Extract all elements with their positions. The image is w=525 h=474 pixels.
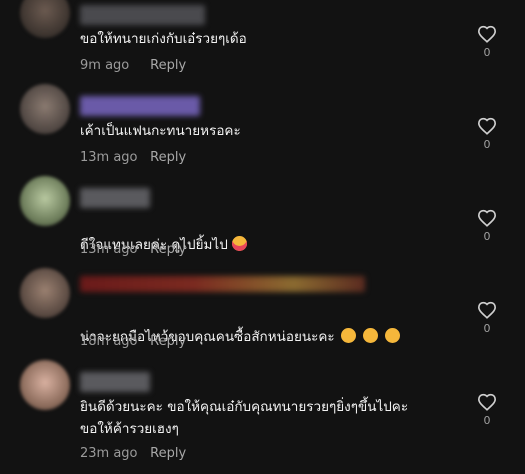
like-button[interactable]: 0 <box>476 393 498 427</box>
comment-meta: 13m ago Reply <box>80 150 186 165</box>
avatar[interactable] <box>20 84 70 134</box>
username-blurred[interactable] <box>80 96 200 116</box>
like-count: 0 <box>483 322 491 335</box>
reply-button[interactable]: Reply <box>150 446 186 461</box>
reply-button[interactable]: Reply <box>150 58 186 73</box>
comment-time: 13m ago <box>80 150 138 165</box>
username-blurred[interactable] <box>80 5 205 25</box>
heart-icon <box>477 209 497 227</box>
reply-button[interactable]: Reply <box>150 334 186 349</box>
avatar[interactable] <box>20 176 70 226</box>
username-blurred[interactable] <box>80 372 150 392</box>
like-count: 0 <box>483 414 491 427</box>
like-button[interactable]: 0 <box>476 25 498 59</box>
heart-icon <box>477 301 497 319</box>
comment-meta: 23m ago Reply <box>80 446 186 461</box>
username-blurred[interactable] <box>80 276 365 292</box>
like-button[interactable]: 0 <box>476 209 498 243</box>
comment-time: 23m ago <box>80 446 138 461</box>
comment-text: ยินดีด้วยนะคะ ขอให้คุณเอ๋กับคุณทนายรวยๆย… <box>80 399 409 437</box>
smile-emoji <box>362 328 378 343</box>
like-count: 0 <box>483 230 491 243</box>
comment-meta: 13m ago Reply <box>80 242 186 257</box>
comment-text: ขอให้ทนายเก่งกับเอ๋รวยๆเด้อ <box>80 31 247 47</box>
heart-eyes-emoji <box>231 236 247 251</box>
reply-button[interactable]: Reply <box>150 150 186 165</box>
heart-icon <box>477 393 497 411</box>
like-count: 0 <box>483 138 491 151</box>
comment-meta: 18m ago Reply <box>80 334 186 349</box>
heart-icon <box>477 25 497 43</box>
avatar[interactable] <box>20 0 70 38</box>
smile-emoji <box>340 328 356 343</box>
like-count: 0 <box>483 46 491 59</box>
avatar[interactable] <box>20 360 70 410</box>
reply-button[interactable]: Reply <box>150 242 186 257</box>
comment-meta: 9m ago Reply <box>80 58 186 73</box>
comment-time: 13m ago <box>80 242 138 257</box>
heart-icon <box>477 117 497 135</box>
smile-emoji <box>384 328 400 343</box>
comment-time: 18m ago <box>80 334 138 349</box>
avatar[interactable] <box>20 268 70 318</box>
comment-text: เค้าเป็นแฟนกะทนายหรอคะ <box>80 123 241 139</box>
like-button[interactable]: 0 <box>476 301 498 335</box>
username-blurred[interactable] <box>80 188 150 208</box>
comment-time: 9m ago <box>80 58 130 73</box>
like-button[interactable]: 0 <box>476 117 498 151</box>
